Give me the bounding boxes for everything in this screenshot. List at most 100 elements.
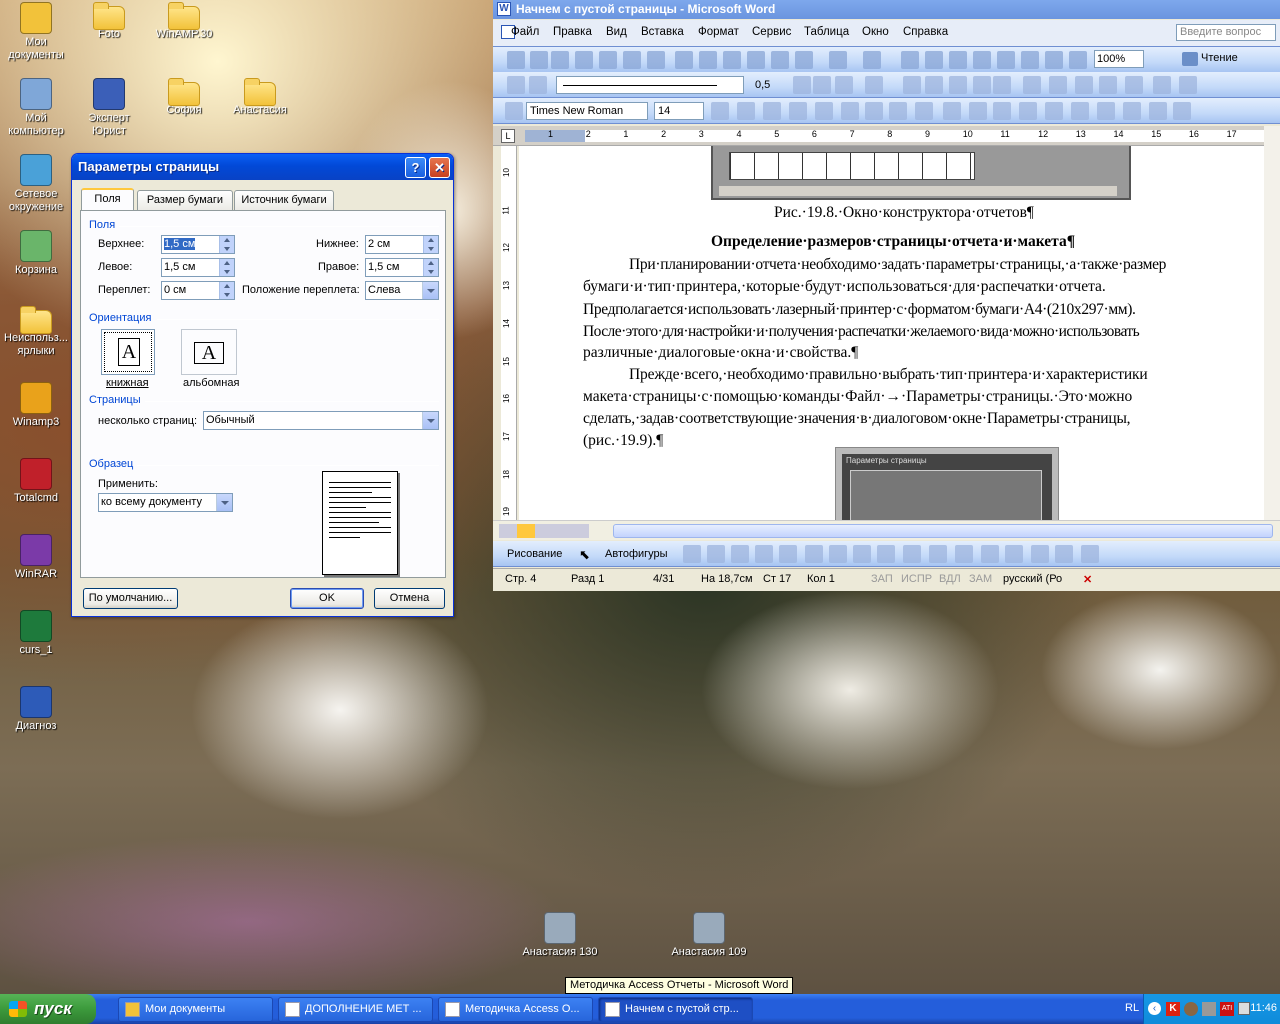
toolbar-button-icon[interactable] bbox=[1099, 76, 1117, 94]
task-dopolnenie[interactable]: ДОПОЛНЕНИЕ МЕТ ... bbox=[278, 997, 433, 1022]
tab-selector[interactable]: L bbox=[501, 129, 515, 143]
scroll-thumb[interactable] bbox=[613, 524, 1273, 538]
toolbar-button-icon[interactable] bbox=[1153, 76, 1171, 94]
font-size-select[interactable]: 14 bbox=[654, 102, 704, 120]
toolbar-button-icon[interactable] bbox=[623, 51, 641, 69]
toolbar-button-icon[interactable] bbox=[683, 545, 701, 563]
help-icon[interactable]: ? bbox=[405, 157, 426, 178]
toolbar-button-icon[interactable] bbox=[813, 76, 831, 94]
desktop-icon[interactable]: Неиспольз... ярлыки bbox=[0, 306, 74, 358]
toolbar-button-icon[interactable] bbox=[993, 76, 1011, 94]
menu-item[interactable]: Вид bbox=[606, 26, 627, 38]
toolbar-button-icon[interactable] bbox=[779, 545, 797, 563]
bottom-spin-icon[interactable] bbox=[423, 236, 438, 253]
toolbar-button-icon[interactable] bbox=[993, 102, 1011, 120]
toolbar-button-icon[interactable] bbox=[1005, 545, 1023, 563]
gutter-field[interactable]: 0 см bbox=[161, 281, 235, 300]
toolbar-button-icon[interactable] bbox=[731, 545, 749, 563]
toolbar-button-icon[interactable] bbox=[1081, 545, 1099, 563]
vertical-scrollbar[interactable] bbox=[1264, 126, 1280, 520]
toolbar-button-icon[interactable] bbox=[943, 102, 961, 120]
tab-margins[interactable]: Поля bbox=[81, 188, 134, 210]
menu-item[interactable]: Сервис bbox=[752, 26, 791, 38]
desktop-icon[interactable]: Winamp3 bbox=[0, 382, 74, 429]
desktop-icon[interactable]: Мои документы bbox=[0, 2, 74, 62]
toolbar-button-icon[interactable] bbox=[865, 102, 883, 120]
toolbar-button-icon[interactable] bbox=[1023, 76, 1041, 94]
toolbar-button-icon[interactable] bbox=[675, 51, 693, 69]
toolbar-button-icon[interactable] bbox=[915, 102, 933, 120]
toolbar-button-icon[interactable] bbox=[771, 51, 789, 69]
desktop-icon[interactable]: София bbox=[146, 78, 222, 117]
right-margin-field[interactable]: 1,5 см bbox=[365, 258, 439, 277]
reading-icon[interactable] bbox=[1182, 52, 1198, 66]
toolbar-button-icon[interactable] bbox=[955, 545, 973, 563]
toolbar-button-icon[interactable] bbox=[1149, 102, 1167, 120]
menu-item[interactable]: Файл bbox=[511, 26, 539, 38]
help-question-box[interactable]: Введите вопрос bbox=[1176, 24, 1276, 41]
menu-item[interactable]: Правка bbox=[553, 26, 592, 38]
tray-app-icon[interactable] bbox=[1184, 1002, 1198, 1016]
toolbar-button-icon[interactable] bbox=[969, 102, 987, 120]
toolbar-button-icon[interactable] bbox=[789, 102, 807, 120]
start-button[interactable]: пуск bbox=[0, 994, 96, 1024]
toolbar-button-icon[interactable] bbox=[763, 102, 781, 120]
top-spin-icon[interactable] bbox=[219, 236, 234, 253]
menu-item[interactable]: Таблица bbox=[804, 26, 849, 38]
toolbar-button-icon[interactable] bbox=[853, 545, 871, 563]
line-weight-select[interactable]: 0,5 bbox=[751, 76, 789, 94]
language-indicator[interactable]: RL bbox=[1125, 1002, 1139, 1014]
toolbar-button-icon[interactable] bbox=[1021, 51, 1039, 69]
toolbar-button-icon[interactable] bbox=[1031, 545, 1049, 563]
toolbar-button-icon[interactable] bbox=[835, 76, 853, 94]
toolbar-button-icon[interactable] bbox=[903, 76, 921, 94]
view-scrollbar[interactable] bbox=[493, 520, 1280, 540]
toolbar-button-icon[interactable] bbox=[997, 51, 1015, 69]
desktop-icon[interactable]: Корзина bbox=[0, 230, 74, 277]
font-select[interactable]: Times New Roman bbox=[526, 102, 648, 120]
menu-item[interactable]: Справка bbox=[903, 26, 948, 38]
toolbar-button-icon[interactable] bbox=[505, 102, 523, 120]
autoshapes-menu[interactable]: Автофигуры bbox=[605, 548, 668, 560]
zoom-select[interactable]: 100% bbox=[1094, 50, 1144, 68]
toolbar-button-icon[interactable] bbox=[865, 76, 883, 94]
toolbar-button-icon[interactable] bbox=[815, 102, 833, 120]
toolbar-button-icon[interactable] bbox=[1019, 102, 1037, 120]
toolbar-button-icon[interactable] bbox=[841, 102, 859, 120]
toolbar-button-icon[interactable] bbox=[1045, 102, 1063, 120]
menu-item[interactable]: Окно bbox=[862, 26, 889, 38]
task-nachnem[interactable]: Начнем с пустой стр... bbox=[598, 997, 753, 1022]
top-margin-field[interactable]: 1,5 см bbox=[161, 235, 235, 254]
bottom-margin-field[interactable]: 2 см bbox=[365, 235, 439, 254]
task-metodichka[interactable]: Методичка Access О... bbox=[438, 997, 593, 1022]
toolbar-button-icon[interactable] bbox=[889, 102, 907, 120]
pointer-icon[interactable]: ⬉ bbox=[579, 547, 590, 563]
tray-antivirus-icon[interactable]: K bbox=[1166, 1002, 1180, 1016]
multiple-pages-select[interactable]: Обычный bbox=[203, 411, 439, 430]
toolbar-button-icon[interactable] bbox=[575, 51, 593, 69]
portrait-option[interactable]: A bbox=[101, 329, 155, 375]
toolbar-button-icon[interactable] bbox=[901, 51, 919, 69]
landscape-option[interactable]: A bbox=[181, 329, 237, 375]
apply-to-select[interactable]: ко всему документу bbox=[98, 493, 233, 512]
toolbar-button-icon[interactable] bbox=[1123, 102, 1141, 120]
toolbar-button-icon[interactable] bbox=[707, 545, 725, 563]
toolbar-button-icon[interactable] bbox=[529, 76, 547, 94]
gutter-position-select[interactable]: Слева bbox=[365, 281, 439, 300]
toolbar-button-icon[interactable] bbox=[829, 51, 847, 69]
toolbar-button-icon[interactable] bbox=[805, 545, 823, 563]
toolbar-button-icon[interactable] bbox=[929, 545, 947, 563]
word-titlebar[interactable]: W Начнем с пустой страницы - Microsoft W… bbox=[493, 0, 1280, 19]
toolbar-button-icon[interactable] bbox=[723, 51, 741, 69]
chevron-down-icon[interactable] bbox=[422, 282, 438, 299]
chevron-down-icon[interactable] bbox=[422, 412, 438, 429]
desktop-icon[interactable]: Эксперт Юрист bbox=[71, 78, 147, 138]
toolbar-button-icon[interactable] bbox=[1049, 76, 1067, 94]
view-buttons[interactable] bbox=[499, 524, 589, 538]
vertical-ruler[interactable]: 10 11 12 13 14 15 16 17 18 19 bbox=[501, 146, 517, 520]
toolbar-button-icon[interactable] bbox=[973, 51, 991, 69]
toolbar-button-icon[interactable] bbox=[981, 545, 999, 563]
toolbar-button-icon[interactable] bbox=[1173, 102, 1191, 120]
desktop-icon[interactable]: Анастасия 109 bbox=[671, 912, 747, 959]
toolbar-button-icon[interactable] bbox=[1097, 102, 1115, 120]
